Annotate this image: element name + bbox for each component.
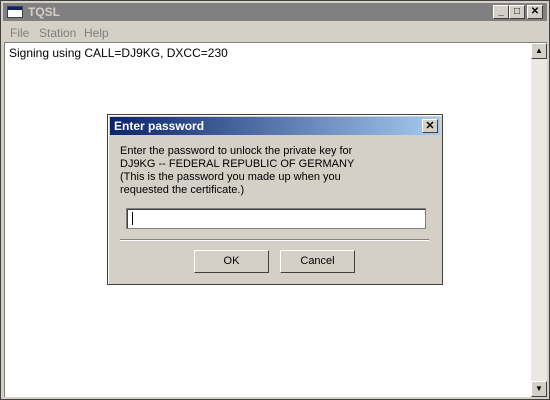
dialog-separator bbox=[120, 239, 429, 241]
scroll-up-arrow-icon[interactable]: ▲ bbox=[531, 43, 547, 59]
menu-station[interactable]: Station bbox=[39, 26, 76, 40]
text-caret bbox=[132, 212, 133, 225]
scroll-down-arrow-icon[interactable]: ▼ bbox=[531, 381, 547, 397]
message-line: requested the certificate.) bbox=[120, 184, 245, 196]
menu-help[interactable]: Help bbox=[84, 26, 109, 40]
app-icon bbox=[7, 6, 23, 18]
title-bar[interactable]: TQSL _ □ ✕ bbox=[3, 3, 547, 21]
dialog-title: Enter password bbox=[114, 119, 205, 133]
ok-button[interactable]: OK bbox=[194, 250, 269, 273]
vertical-scrollbar[interactable]: ▲ ▼ bbox=[531, 43, 547, 397]
menu-file[interactable]: File bbox=[10, 26, 29, 40]
close-button[interactable]: ✕ bbox=[527, 5, 543, 19]
password-dialog: Enter password ✕ Enter the password to u… bbox=[107, 114, 443, 285]
menu-bar: File Station Help bbox=[3, 22, 547, 41]
window-title: TQSL bbox=[28, 5, 60, 19]
cancel-button[interactable]: Cancel bbox=[280, 250, 355, 273]
log-text: Signing using CALL=DJ9KG, DXCC=230 bbox=[9, 46, 228, 60]
maximize-button[interactable]: □ bbox=[509, 5, 525, 19]
dialog-title-bar[interactable]: Enter password ✕ bbox=[110, 117, 440, 135]
message-line: DJ9KG -- FEDERAL REPUBLIC OF GERMANY bbox=[120, 158, 355, 170]
message-line: Enter the password to unlock the private… bbox=[120, 145, 353, 157]
password-input[interactable] bbox=[126, 208, 426, 229]
dialog-close-button[interactable]: ✕ bbox=[422, 119, 438, 133]
message-line: (This is the password you made up when y… bbox=[120, 171, 341, 183]
minimize-button[interactable]: _ bbox=[493, 5, 509, 19]
